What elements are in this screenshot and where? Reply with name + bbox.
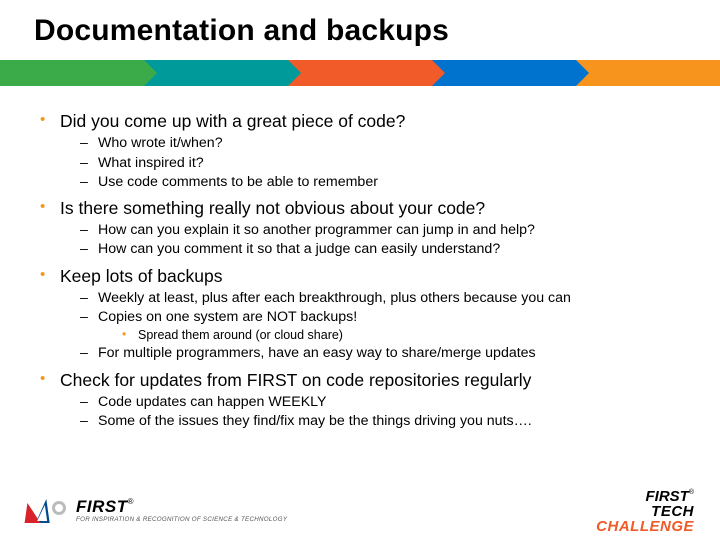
content-area: Did you come up with a great piece of co… (0, 86, 720, 430)
bullet-text: Did you come up with a great piece of co… (60, 111, 405, 131)
decorative-stripe (0, 60, 720, 86)
stripe-segment (144, 60, 288, 86)
ftc-first-text: FIRST (645, 488, 688, 505)
registered-mark: ® (128, 497, 134, 506)
list-item: Code updates can happen WEEKLY (80, 393, 692, 411)
stripe-segment (576, 60, 720, 86)
registered-mark: ® (689, 489, 694, 496)
bullet-text: Keep lots of backups (60, 266, 222, 286)
list-item: Keep lots of backups Weekly at least, pl… (38, 265, 692, 363)
list-item: Who wrote it/when? (80, 134, 692, 152)
stripe-segment (288, 60, 432, 86)
list-item: How can you explain it so another progra… (80, 221, 692, 239)
sublist: Weekly at least, plus after each breakth… (60, 289, 692, 363)
sub-bullet-text: Copies on one system are NOT backups! (98, 309, 357, 325)
list-item: What inspired it? (80, 154, 692, 172)
first-tagline: FOR INSPIRATION & RECOGNITION OF SCIENCE… (76, 517, 287, 523)
first-wordmark: FIRST® (76, 498, 287, 515)
list-item: Spread them around (or cloud share) (122, 327, 692, 343)
ftc-line1: FIRST® (596, 489, 694, 504)
list-item: Is there something really not obvious ab… (38, 197, 692, 259)
sublist: Code updates can happen WEEKLY Some of t… (60, 393, 692, 430)
first-logo-text: FIRST® FOR INSPIRATION & RECOGNITION OF … (76, 498, 287, 523)
list-item: Did you come up with a great piece of co… (38, 110, 692, 191)
list-item: For multiple programmers, have an easy w… (80, 344, 692, 362)
footer: FIRST® FOR INSPIRATION & RECOGNITION OF … (0, 492, 720, 530)
first-logo: FIRST® FOR INSPIRATION & RECOGNITION OF … (26, 497, 287, 525)
list-item: How can you comment it so that a judge c… (80, 240, 692, 258)
list-item: Copies on one system are NOT backups! Sp… (80, 308, 692, 343)
list-item: Weekly at least, plus after each breakth… (80, 289, 692, 307)
first-logo-icon (26, 497, 68, 525)
bullet-list: Did you come up with a great piece of co… (38, 110, 692, 430)
stripe-segment (432, 60, 576, 86)
ftc-logo: FIRST® TECH CHALLENGE (596, 489, 694, 534)
list-item: Some of the issues they find/fix may be … (80, 412, 692, 430)
stripe-segment (0, 60, 144, 86)
slide: { "title": "Documentation and backups", … (0, 0, 720, 540)
first-word-text: FIRST (76, 497, 128, 516)
slide-title: Documentation and backups (0, 0, 720, 60)
list-item: Check for updates from FIRST on code rep… (38, 369, 692, 431)
ftc-line3: CHALLENGE (596, 519, 694, 534)
ftc-line2: TECH (596, 504, 694, 519)
list-item: Use code comments to be able to remember (80, 173, 692, 191)
bullet-text: Check for updates from FIRST on code rep… (60, 370, 531, 390)
sublist: How can you explain it so another progra… (60, 221, 692, 258)
sub-sublist: Spread them around (or cloud share) (98, 327, 692, 343)
sublist: Who wrote it/when? What inspired it? Use… (60, 134, 692, 191)
bullet-text: Is there something really not obvious ab… (60, 198, 485, 218)
